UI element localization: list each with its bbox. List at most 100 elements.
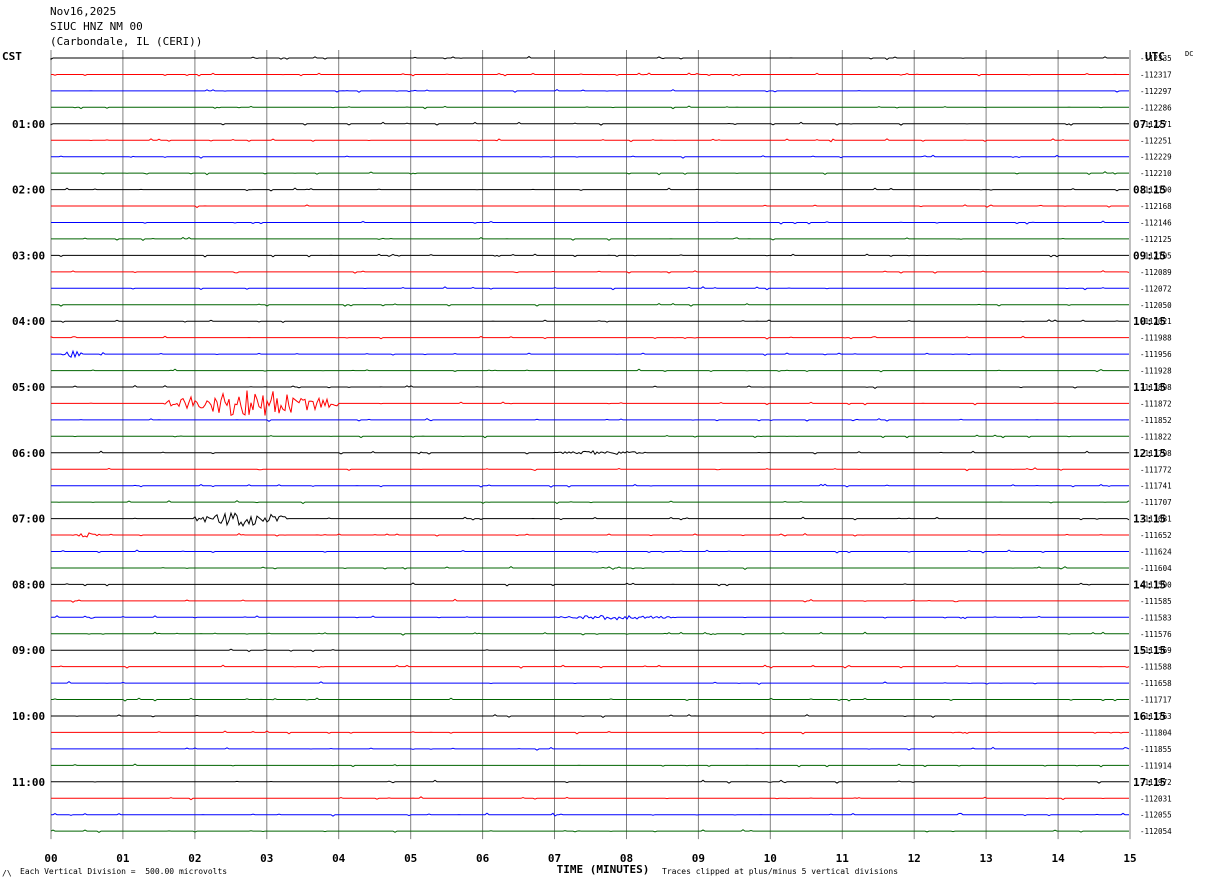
dc-offset-label: -112286 <box>1140 103 1172 112</box>
utc-hour-label: 15:15 <box>1133 644 1166 657</box>
seismic-trace <box>51 664 1130 669</box>
cst-hour-label: 02:00 <box>12 184 45 197</box>
x-tick-label: 11 <box>836 852 850 865</box>
seismic-trace <box>51 500 1130 505</box>
dc-offset-label: -112146 <box>1140 219 1172 228</box>
dc-offset-label: -112125 <box>1140 235 1172 244</box>
seismic-trace <box>51 368 1129 373</box>
seismic-trace <box>51 598 1129 603</box>
x-tick-label: 00 <box>44 852 57 865</box>
x-tick-label: 03 <box>260 852 273 865</box>
dc-label: DC <box>1185 50 1194 58</box>
utc-hour-label: 07:15 <box>1133 118 1166 131</box>
seismic-trace <box>51 614 1129 621</box>
x-tick-label: 15 <box>1123 852 1136 865</box>
seismic-trace <box>50 55 1129 61</box>
cst-hour-label: 01:00 <box>12 118 45 131</box>
dc-offset-label: -112089 <box>1140 268 1172 277</box>
seismic-trace <box>51 697 1129 702</box>
dc-offset-label: -112229 <box>1140 153 1172 162</box>
dc-offset-label: -111658 <box>1140 679 1172 688</box>
seismic-trace <box>51 779 1129 784</box>
seismic-trace <box>51 171 1129 176</box>
seismic-trace <box>51 680 1129 685</box>
x-axis-label: TIME (MINUTES) <box>557 863 650 876</box>
seismic-trace <box>51 220 1129 225</box>
utc-hour-label: 09:15 <box>1133 249 1166 262</box>
seismic-trace <box>51 511 1130 527</box>
seismic-trace <box>50 335 1129 340</box>
x-tick-label: 12 <box>908 852 921 865</box>
dc-offset-label: -112055 <box>1140 811 1172 820</box>
cst-hour-label: 11:00 <box>12 776 45 789</box>
corner-mark: /\ <box>2 869 12 878</box>
seismic-trace <box>51 648 1129 653</box>
dc-offset-label: -111804 <box>1140 728 1172 737</box>
x-tick-label: 06 <box>476 852 490 865</box>
seismic-trace <box>51 253 1129 258</box>
x-tick-label: 05 <box>404 852 417 865</box>
dc-offset-label: -111956 <box>1140 350 1172 359</box>
seismic-trace <box>51 796 1129 801</box>
dc-offset-label: -112210 <box>1140 169 1172 178</box>
cst-hour-label: 07:00 <box>12 513 45 526</box>
dc-offset-label: -111872 <box>1140 399 1172 408</box>
seismic-trace <box>51 582 1129 587</box>
seismic-trace <box>51 763 1129 768</box>
cst-hour-label: 03:00 <box>12 249 45 262</box>
seismic-trace <box>51 390 1129 417</box>
dc-offset-label: -111852 <box>1140 416 1172 425</box>
dc-offset-label: -112031 <box>1140 794 1172 803</box>
utc-hour-label: 08:15 <box>1133 184 1166 197</box>
dc-offset-label: -112317 <box>1140 71 1172 80</box>
dc-offset-label: -111914 <box>1140 761 1172 770</box>
seismic-trace <box>51 319 1129 323</box>
x-tick-label: 14 <box>1051 852 1065 865</box>
x-tick-label: 09 <box>692 852 705 865</box>
clip-note: Traces clipped at plus/minus 5 vertical … <box>662 867 899 876</box>
utc-hour-label: 17:15 <box>1133 776 1166 789</box>
seismic-trace <box>51 631 1129 636</box>
seismic-trace <box>51 154 1129 159</box>
seismic-trace <box>51 138 1129 143</box>
dc-offset-label: -111583 <box>1140 613 1172 622</box>
left-timezone-label: CST <box>2 50 22 63</box>
x-tick-label: 13 <box>979 852 992 865</box>
x-tick-label: 04 <box>332 852 346 865</box>
dc-offset-label: -112072 <box>1140 284 1172 293</box>
seismic-trace <box>51 714 1129 719</box>
x-tick-label: 01 <box>116 852 130 865</box>
dc-offset-label: -111855 <box>1140 745 1172 754</box>
dc-offset-label: -111988 <box>1140 334 1172 343</box>
seismic-trace <box>51 105 1129 110</box>
utc-hour-label: 16:15 <box>1133 710 1166 723</box>
seismic-trace <box>51 549 1129 554</box>
dc-offset-label: -111588 <box>1140 663 1172 672</box>
dc-offset-label: -112168 <box>1140 202 1172 211</box>
dc-offset-label: -111707 <box>1140 498 1172 507</box>
seismic-trace <box>51 384 1129 390</box>
dc-offset-label: -111576 <box>1140 630 1172 639</box>
cst-hour-label: 05:00 <box>12 381 45 394</box>
seismic-trace <box>51 449 1129 456</box>
seismic-trace <box>51 418 1129 423</box>
dc-offset-label: -111772 <box>1140 465 1172 474</box>
dc-offset-label: -112054 <box>1140 827 1172 836</box>
seismic-trace <box>51 565 1129 571</box>
x-tick-label: 10 <box>764 852 777 865</box>
utc-hour-label: 14:15 <box>1133 578 1166 591</box>
dc-offset-label: -111624 <box>1140 548 1172 557</box>
seismic-trace <box>50 829 1129 833</box>
cst-hour-label: 04:00 <box>12 315 45 328</box>
seismic-trace <box>51 349 1129 359</box>
seismic-trace <box>51 483 1129 488</box>
x-tick-label: 02 <box>188 852 201 865</box>
seismic-trace <box>51 72 1129 77</box>
seismic-trace <box>50 121 1129 126</box>
dc-offset-label: -112297 <box>1140 87 1172 96</box>
dc-offset-label: -111822 <box>1140 432 1172 441</box>
dc-offset-label: -111928 <box>1140 367 1172 376</box>
seismic-trace <box>51 89 1129 93</box>
seismic-trace <box>51 746 1130 751</box>
seismic-trace <box>51 187 1129 192</box>
